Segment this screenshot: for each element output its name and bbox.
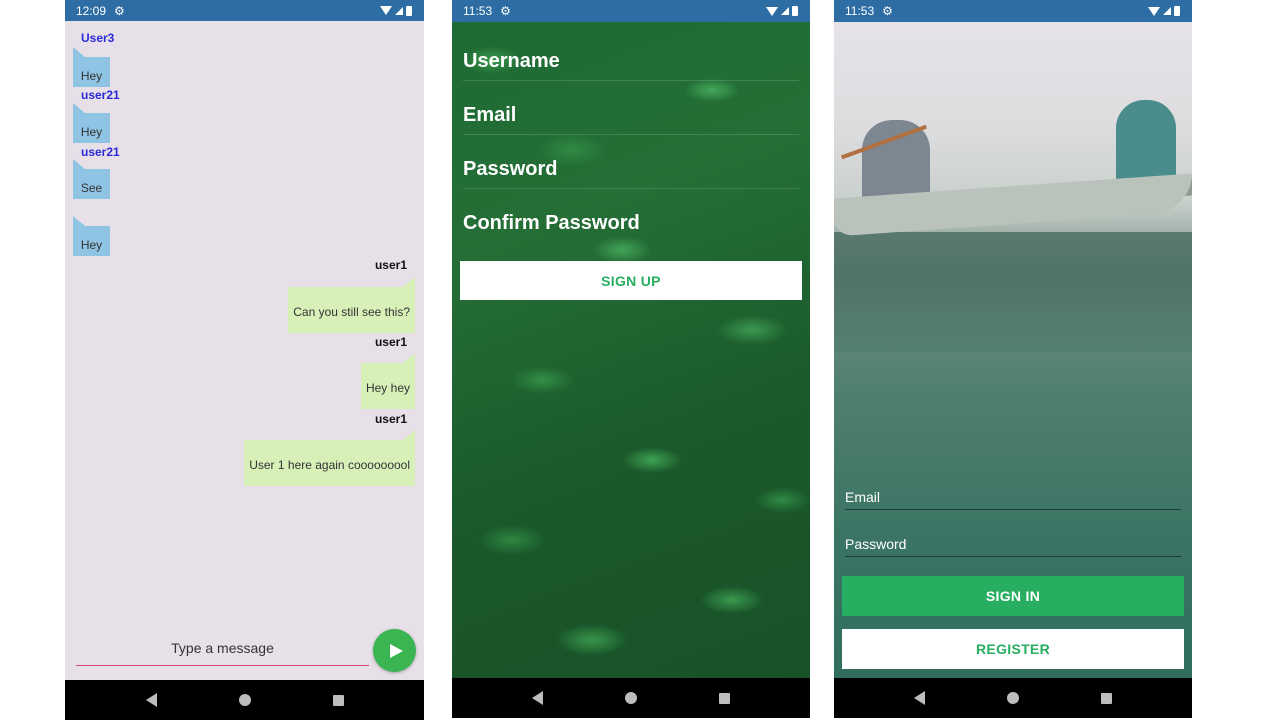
incoming-message-bubble: Hey: [73, 47, 110, 87]
message-sender: user21: [81, 88, 120, 102]
status-time: 11:53: [845, 4, 875, 18]
signup-screen: 11:53 ⚙ Username Email Password Confirm …: [452, 0, 810, 718]
nav-bar: [65, 680, 424, 720]
password-field[interactable]: Password: [845, 536, 906, 552]
status-bar: 12:09 ⚙: [65, 0, 424, 21]
message-input[interactable]: Type a message: [76, 632, 369, 666]
message-sender: user1: [374, 412, 407, 426]
battery-icon: [406, 5, 412, 16]
status-bar: 11:53 ⚙: [834, 0, 1192, 22]
water-reflection: [834, 232, 1192, 352]
nav-bar: [834, 678, 1192, 718]
back-icon[interactable]: [914, 691, 925, 705]
message-sender: User3: [81, 31, 115, 45]
incoming-message-bubble: Hey: [73, 103, 110, 143]
signin-screen: 11:53 ⚙ Email Password SIGN IN REGISTER: [834, 0, 1192, 718]
register-button[interactable]: REGISTER: [842, 629, 1184, 669]
battery-icon: [792, 6, 798, 16]
back-icon[interactable]: [532, 691, 543, 705]
home-icon[interactable]: [625, 692, 637, 704]
incoming-message-bubble: Hey: [73, 216, 110, 256]
field-divider: [463, 134, 799, 135]
gear-icon: ⚙: [882, 4, 893, 18]
message-sender: user1: [374, 335, 407, 349]
gear-icon: ⚙: [114, 3, 125, 18]
recents-icon[interactable]: [719, 692, 730, 704]
wifi-icon: [1148, 6, 1160, 16]
send-icon: [389, 643, 403, 658]
password-underline: [845, 556, 1181, 557]
battery-icon: [1174, 6, 1180, 16]
password-field[interactable]: Password: [463, 158, 557, 181]
email-underline: [845, 509, 1181, 510]
field-divider: [463, 80, 799, 81]
message-sender: user1: [374, 258, 407, 272]
confirm-password-field[interactable]: Confirm Password: [463, 212, 640, 235]
nav-bar: [452, 678, 810, 718]
email-field[interactable]: Email: [845, 489, 880, 505]
status-time: 11:53: [463, 4, 493, 18]
outgoing-message-bubble: User 1 here again cooooooool: [244, 430, 415, 486]
signal-icon: [781, 7, 789, 15]
chat-screen: 12:09 ⚙ User3 Hey user21 Hey user21 See …: [65, 0, 424, 720]
wifi-icon: [766, 6, 778, 16]
recents-icon[interactable]: [332, 694, 344, 706]
message-sender: user21: [81, 145, 120, 159]
home-icon[interactable]: [1007, 692, 1019, 704]
signal-icon: [395, 6, 403, 15]
incoming-message-bubble: See: [73, 159, 110, 199]
status-bar: 11:53 ⚙: [452, 0, 810, 22]
signal-icon: [1163, 7, 1171, 15]
signup-button[interactable]: SIGN UP: [460, 261, 802, 300]
home-icon[interactable]: [238, 694, 251, 706]
gear-icon: ⚙: [500, 4, 511, 18]
outgoing-message-bubble: Hey hey: [360, 353, 416, 409]
send-button[interactable]: [373, 629, 416, 672]
signin-button[interactable]: SIGN IN: [842, 576, 1184, 616]
outgoing-message-bubble: Can you still see this?: [288, 277, 415, 333]
status-time: 12:09: [76, 3, 107, 18]
back-icon[interactable]: [145, 693, 157, 707]
username-field[interactable]: Username: [463, 50, 560, 73]
recents-icon[interactable]: [1101, 692, 1112, 704]
email-field[interactable]: Email: [463, 104, 516, 127]
wifi-icon: [380, 6, 392, 15]
field-divider: [463, 188, 799, 189]
